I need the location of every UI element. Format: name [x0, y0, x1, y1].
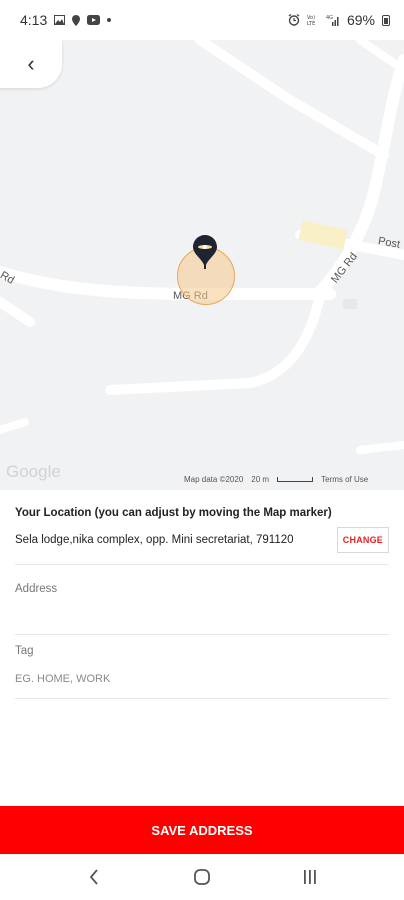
back-icon	[89, 869, 98, 885]
dot-icon	[107, 18, 112, 22]
scale-text: 20 m	[251, 475, 270, 484]
location-icon	[72, 14, 81, 26]
address-field: Address	[15, 583, 389, 635]
chevron-left-icon: ‹	[27, 51, 35, 76]
terms-link[interactable]: Terms of Use	[321, 475, 368, 484]
map-marker-icon[interactable]	[193, 235, 217, 269]
nav-recents-button[interactable]	[280, 857, 340, 897]
home-icon	[194, 869, 210, 885]
address-label: Address	[15, 583, 58, 595]
youtube-icon	[87, 15, 101, 25]
tag-field: Tag	[15, 645, 389, 699]
status-time: 4:13	[20, 12, 48, 28]
status-right: Vo) LTE 4G 69%	[288, 12, 390, 28]
map-attribution: Map data ©2020 20 m Terms of Use	[184, 475, 368, 484]
svg-text:LTE: LTE	[307, 21, 315, 26]
nav-home-button[interactable]	[172, 857, 232, 897]
status-bar: 4:13 Vo) LTE 4G 69%	[0, 0, 404, 40]
location-value: Sela lodge,nika complex, opp. Mini secre…	[15, 534, 294, 546]
location-title: Your Location (you can adjust by moving …	[15, 507, 332, 519]
status-left: 4:13	[20, 12, 112, 28]
volte-icon: Vo) LTE	[307, 14, 319, 26]
battery-percent: 69%	[346, 12, 375, 28]
gallery-icon	[54, 15, 66, 25]
map-data-text[interactable]: Map data ©2020	[184, 475, 243, 484]
google-logo: Google	[6, 462, 61, 481]
svg-text:4G: 4G	[326, 15, 333, 21]
address-form: Your Location (you can adjust by moving …	[0, 490, 404, 699]
change-location-button[interactable]: CHANGE	[336, 527, 389, 553]
scale-bar	[277, 477, 314, 482]
address-input[interactable]	[15, 605, 389, 617]
signal-icon: 4G	[326, 14, 340, 26]
alarm-icon	[288, 14, 300, 26]
back-button[interactable]: ‹	[0, 40, 62, 88]
location-row: Sela lodge,nika complex, opp. Mini secre…	[15, 527, 389, 565]
tag-input[interactable]	[15, 673, 389, 685]
nav-back-button[interactable]	[64, 857, 124, 897]
recents-icon	[304, 870, 316, 884]
tag-label: Tag	[15, 645, 34, 657]
system-nav-bar	[0, 854, 404, 900]
battery-icon	[382, 14, 390, 26]
save-address-button[interactable]: SAVE ADDRESS	[0, 806, 404, 854]
map-view[interactable]: MG Rd MG Rd Rd Post ‹ Google Map data ©2…	[0, 40, 404, 490]
